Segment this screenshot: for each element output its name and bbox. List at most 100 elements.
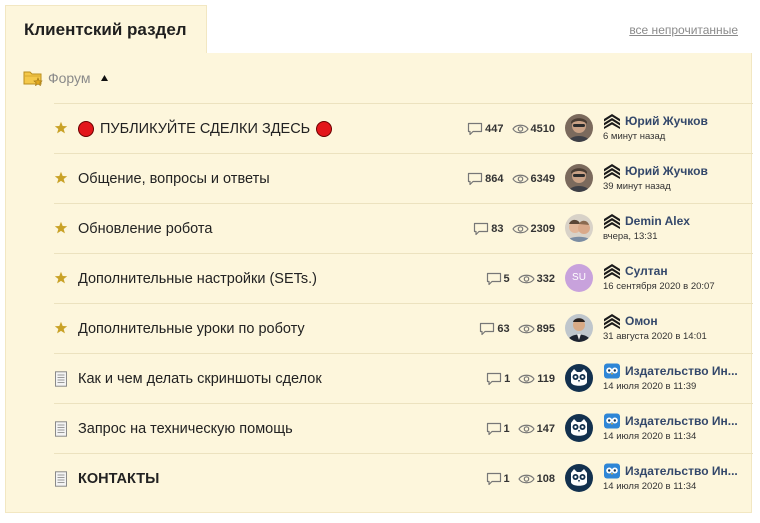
avatar-owl-logo[interactable]	[565, 414, 593, 442]
author-link[interactable]: Издательство Ин...	[625, 464, 738, 478]
replies-count: 447	[485, 123, 504, 135]
topic-row[interactable]: Как и чем делать скриншоты сделок 1 119	[54, 353, 753, 403]
views-count: 108	[536, 473, 555, 485]
topic-title-text: Запрос на техническую помощь	[78, 421, 293, 437]
chevron-rank-icon	[603, 313, 621, 329]
last-post-time: 6 минут назад	[603, 131, 666, 142]
last-post-time: 14 июля 2020 в 11:34	[603, 481, 697, 492]
eye-icon	[517, 274, 535, 284]
avatar-owl-logo[interactable]	[565, 464, 593, 492]
star-icon	[54, 171, 68, 185]
comment-icon	[487, 372, 502, 386]
avatar-owl-logo[interactable]	[565, 364, 593, 392]
topic-title-text: Обновление робота	[78, 221, 213, 237]
eye-icon	[517, 474, 535, 484]
topic-title[interactable]: Обновление робота	[78, 204, 212, 254]
author-link[interactable]: Юрий Жучков	[625, 164, 708, 178]
avatar-photo[interactable]	[565, 114, 593, 142]
document-icon	[54, 371, 68, 387]
replies-stat: 83	[473, 222, 504, 236]
comment-icon	[486, 272, 501, 286]
views-count: 332	[536, 273, 555, 285]
topic-stats: 864 6349	[467, 154, 555, 204]
red-marker-icon	[316, 121, 333, 137]
document-icon	[54, 421, 68, 437]
comment-icon	[480, 322, 495, 336]
views-stat: 2309	[511, 223, 555, 235]
star-icon	[54, 121, 68, 135]
replies-stat: 63	[479, 322, 510, 336]
author-link[interactable]: Омон	[625, 314, 658, 328]
replies-stat: 1	[486, 472, 510, 486]
views-count: 2309	[530, 223, 555, 235]
chevron-rank-icon	[603, 263, 621, 279]
topic-title-text: КОНТАКТЫ	[78, 471, 160, 487]
views-stat: 119	[518, 373, 555, 385]
topic-title[interactable]: Общение, вопросы и ответы	[78, 154, 270, 204]
topic-stats: 1 108	[486, 454, 555, 504]
red-marker-icon	[78, 121, 94, 137]
tabs-bar: Клиентский раздел все непрочитанные	[0, 0, 760, 53]
last-post: Demin Alex вчера, 13:31	[603, 213, 751, 242]
views-count: 4510	[530, 123, 555, 135]
last-post-time: 16 сентября 2020 в 20:07	[603, 281, 715, 292]
forum-panel: Форум ПУБЛИКУЙТЕ СДЕЛКИ ЗДЕСЬ 447 4510 Ю…	[5, 53, 753, 513]
topic-title[interactable]: Как и чем делать скриншоты сделок	[78, 354, 322, 404]
topic-row[interactable]: Общение, вопросы и ответы 864 6349 Юрий …	[54, 153, 753, 203]
topic-title[interactable]: КОНТАКТЫ	[78, 454, 159, 504]
topic-row[interactable]: ПУБЛИКУЙТЕ СДЕЛКИ ЗДЕСЬ 447 4510 Юрий Жу…	[54, 103, 753, 153]
avatar-photo[interactable]	[565, 314, 593, 342]
eye-icon	[518, 374, 535, 384]
replies-count: 1	[503, 473, 510, 485]
views-count: 6349	[530, 173, 555, 185]
views-count: 119	[537, 373, 555, 385]
forum-link[interactable]: Форум	[48, 70, 91, 86]
avatar-photo[interactable]	[565, 164, 593, 192]
topic-title[interactable]: Дополнительные настройки (SETs.)	[78, 254, 317, 304]
chevron-rank-icon	[603, 213, 621, 229]
replies-count: 5	[503, 273, 510, 285]
views-stat: 108	[517, 473, 555, 485]
views-count: 147	[536, 423, 555, 435]
topic-stats: 1 119	[486, 354, 555, 404]
all-unread-link[interactable]: все непрочитанные	[629, 23, 738, 37]
replies-count: 83	[491, 223, 504, 235]
views-stat: 147	[517, 423, 555, 435]
avatar-initials[interactable]: SU	[565, 264, 593, 292]
author-link[interactable]: Издательство Ин...	[625, 414, 738, 428]
topic-title[interactable]: Дополнительные уроки по роботу	[78, 304, 305, 354]
topic-row[interactable]: КОНТАКТЫ 1 108 Издательство Ин... 14 июл…	[54, 453, 753, 503]
topic-row[interactable]: Запрос на техническую помощь 1 147 Издат…	[54, 403, 753, 453]
author-link[interactable]: Demin Alex	[625, 214, 690, 228]
author-link[interactable]: Султан	[625, 264, 668, 278]
last-post: Издательство Ин... 14 июля 2020 в 11:34	[603, 413, 751, 442]
topic-row[interactable]: Дополнительные настройки (SETs.) 5 332 S…	[54, 253, 753, 303]
last-post: Юрий Жучков 39 минут назад	[603, 163, 751, 192]
author-link[interactable]: Юрий Жучков	[625, 114, 708, 128]
last-post: Юрий Жучков 6 минут назад	[603, 113, 751, 142]
topic-title[interactable]: Запрос на техническую помощь	[78, 404, 293, 454]
topic-row[interactable]: Дополнительные уроки по роботу 63 895 Ом…	[54, 303, 753, 353]
replies-count: 864	[485, 173, 504, 185]
comment-icon	[468, 122, 483, 136]
replies-stat: 447	[467, 122, 504, 136]
views-stat: 895	[517, 323, 555, 335]
replies-stat: 864	[467, 172, 504, 186]
tab-client-section[interactable]: Клиентский раздел	[5, 5, 207, 53]
replies-count: 63	[497, 323, 510, 335]
last-post: Издательство Ин... 14 июля 2020 в 11:39	[603, 363, 751, 392]
topic-row[interactable]: Обновление робота 83 2309 Demin Alex вче…	[54, 203, 753, 253]
author-link[interactable]: Издательство Ин...	[625, 364, 738, 378]
collapse-arrow-up-icon[interactable]	[101, 75, 108, 81]
views-stat: 6349	[511, 173, 555, 185]
topic-title-text: Дополнительные уроки по роботу	[78, 321, 305, 337]
eye-icon	[511, 174, 529, 184]
topic-stats: 447 4510	[467, 104, 555, 154]
topic-title[interactable]: ПУБЛИКУЙТЕ СДЕЛКИ ЗДЕСЬ	[78, 104, 333, 154]
owl-badge-icon	[603, 463, 621, 479]
avatar-photo[interactable]	[565, 214, 593, 242]
owl-badge-icon	[603, 363, 621, 379]
last-post-time: 14 июля 2020 в 11:39	[603, 381, 697, 392]
chevron-rank-icon	[603, 113, 621, 129]
eye-icon	[511, 224, 529, 234]
